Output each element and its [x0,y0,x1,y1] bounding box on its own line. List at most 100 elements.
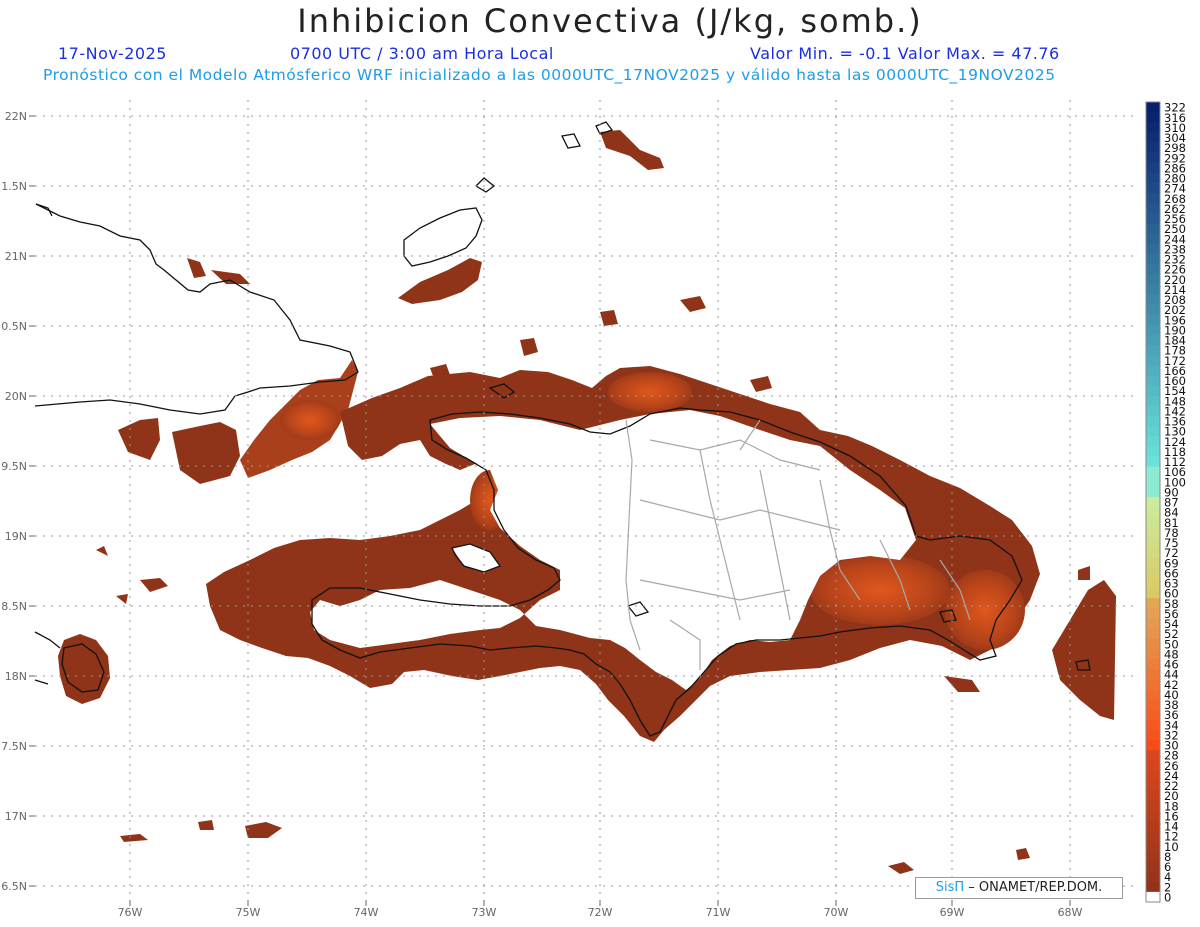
lat-tick-label: 7.5N [1,740,27,753]
lon-tick-label: 70W [824,906,849,919]
lat-tick-label: 22N [5,110,27,123]
color-bar-swatch [1146,365,1160,376]
color-bar-swatch [1146,243,1160,255]
color-bar-swatch [1146,142,1160,154]
color-bar-swatch [1146,577,1160,589]
color-bar-swatch [1146,132,1160,143]
color-bar-swatch [1146,729,1160,741]
lon-tick-label: 76W [118,906,143,919]
color-bar-swatch [1146,274,1160,285]
lat-tick-label: 1.5N [1,180,27,193]
color-bar-swatch [1146,426,1160,437]
color-bar-swatch [1146,861,1160,873]
lon-tick-label: 73W [472,906,497,919]
color-bar-swatch [1146,162,1160,174]
color-bar-swatch [1146,233,1160,245]
color-bar-swatch [1146,193,1160,204]
color-bar-swatch [1146,780,1160,792]
color-bar-swatch [1146,831,1160,842]
lon-tick-label: 75W [236,906,261,919]
color-bar-swatch [1146,669,1160,680]
credit-box: SisΠ – ONAMET/REP.DOM. [915,877,1123,899]
color-bar-swatch [1146,719,1160,731]
lon-tick-label: 74W [354,906,379,919]
color-bar-swatch [1146,466,1160,478]
sispi-logo: SisΠ [935,880,965,895]
color-bar-swatch [1146,750,1160,761]
color-bar-label: 0 [1164,891,1171,905]
lon-tick-label: 69W [940,906,965,919]
lat-tick-label: 8.5N [1,600,27,613]
color-bar-swatch [1146,881,1160,893]
color-bar-swatch [1146,385,1160,397]
color-bar-swatch [1146,507,1160,518]
color-bar-swatch [1146,527,1160,538]
color-bar-swatch [1146,820,1160,832]
color-bar-swatch [1146,436,1160,447]
color-bar-swatch [1146,699,1160,710]
longitude-labels: 76W 75W 74W 73W 72W 71W 70W 69W 68W [118,900,1083,919]
color-bar-swatch [1146,456,1160,467]
lon-tick-label: 72W [588,906,613,919]
latitude-labels: 22N 1.5N 21N 0.5N 20N 9.5N 19N 8.5N 18N 7.5N 17N 6.… [1,110,35,893]
color-bar-swatch [1146,598,1160,609]
color-bar-swatch [1146,760,1160,771]
color-bar-swatch [1146,871,1160,883]
color-bar-swatch [1146,264,1160,275]
color-bar-swatch [1146,203,1160,214]
color-bar-swatch [1146,284,1160,295]
lat-tick-label: 9.5N [1,460,27,473]
lat-tick-label: 17N [5,810,27,823]
color-bar-swatch [1146,517,1160,528]
color-bar: 3223163103042982922862802742682622562502… [1145,101,1186,905]
color-bar-swatch [1146,800,1160,812]
color-bar-swatch [1146,152,1160,164]
color-bar-swatch [1146,618,1160,629]
lat-tick-label: 19N [5,530,27,543]
color-bar-swatch [1146,183,1160,194]
color-bar-swatch [1146,851,1160,862]
lat-tick-label: 0.5N [1,320,27,333]
color-bar-swatch [1146,658,1160,670]
color-bar-swatch [1146,375,1160,386]
lon-tick-label: 71W [706,906,731,919]
color-bar-swatch [1146,638,1160,650]
lat-tick-label: 18N [5,670,27,683]
color-bar-swatch [1146,112,1160,123]
color-bar-swatch [1146,770,1160,781]
color-bar-swatch [1146,608,1160,619]
lat-tick-label: 21N [5,250,27,263]
color-bar-swatch [1146,446,1160,457]
color-bar-swatch [1146,790,1160,802]
color-bar-swatch [1146,253,1160,265]
color-bar-swatch [1146,405,1160,417]
lat-tick-label: 20N [5,390,27,403]
color-bar-swatch [1146,345,1160,356]
color-bar-swatch [1146,891,1160,903]
color-bar-swatch [1146,102,1160,113]
color-bar-swatch [1146,476,1160,488]
color-bar-swatch [1146,648,1160,660]
color-bar-swatch [1146,567,1160,579]
color-bar-swatch [1146,294,1160,305]
color-bar-swatch [1146,588,1160,599]
lon-tick-label: 68W [1058,906,1083,919]
color-bar-swatch [1146,810,1160,822]
color-bar-swatch [1146,395,1160,407]
color-bar-swatch [1146,486,1160,498]
color-bar-swatch [1146,172,1160,184]
color-bar-swatch [1146,223,1160,235]
color-bar-swatch [1146,122,1160,133]
color-bar-swatch [1146,496,1160,508]
color-bar-swatch [1146,709,1160,721]
color-bar-swatch [1146,355,1160,366]
color-bar-swatch [1146,314,1160,326]
color-bar-swatch [1146,689,1160,700]
color-bar-swatch [1146,213,1160,224]
color-bar-swatch [1146,547,1160,559]
color-bar-swatch [1146,324,1160,336]
color-bar-swatch [1146,841,1160,852]
color-bar-swatch [1146,304,1160,316]
credit-text: – ONAMET/REP.DOM. [968,880,1103,895]
color-bar-swatch [1146,537,1160,548]
